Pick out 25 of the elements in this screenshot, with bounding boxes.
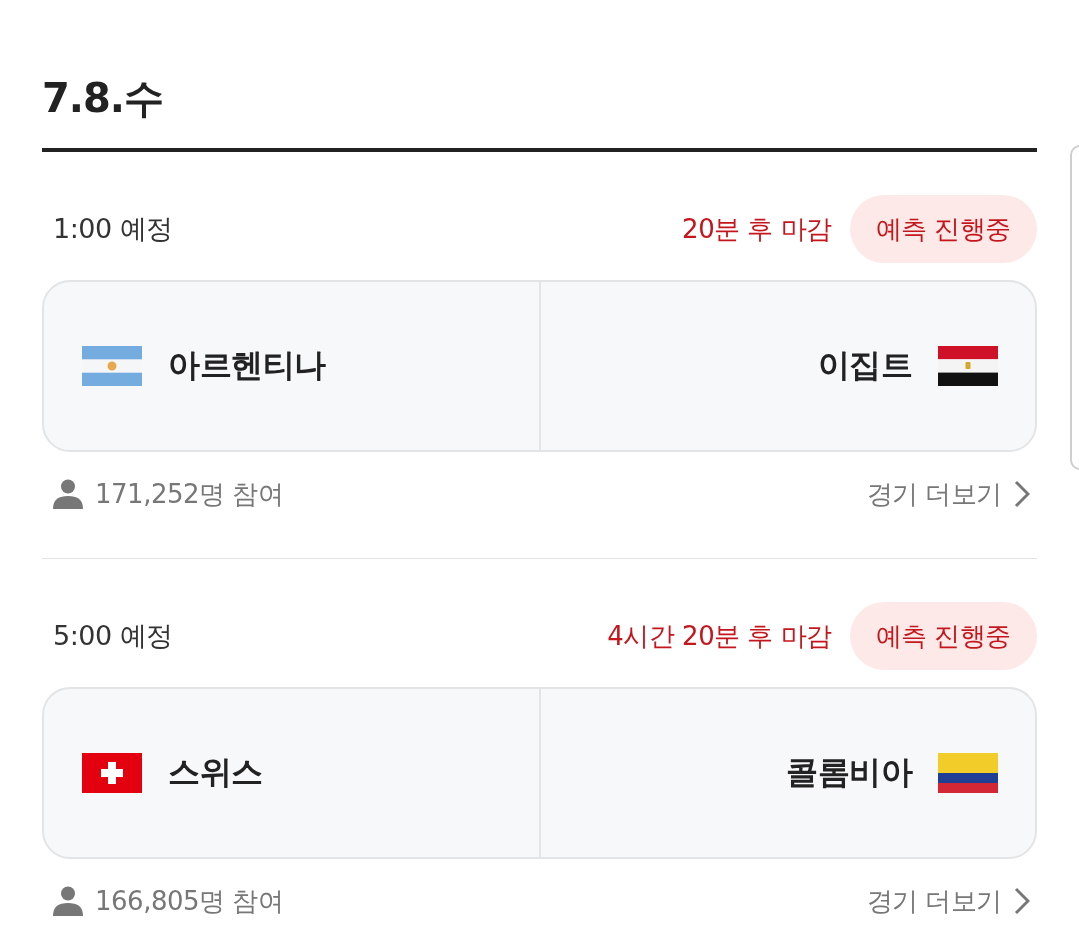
participants-count: 166,805명 참여: [95, 884, 284, 918]
status-badge: 예측 진행중: [849, 195, 1037, 263]
team-name: 콜롬비아: [786, 752, 912, 793]
team-name: 아르헨티나: [168, 345, 326, 386]
chevron-right-icon: [1014, 887, 1030, 915]
match-time: 5:00 예정: [53, 619, 173, 653]
match-card[interactable]: 아르헨티나 이집트: [42, 280, 1037, 452]
deadline-text: 4시간 20분 후 마감: [607, 619, 832, 653]
status-badge: 예측 진행중: [849, 602, 1037, 670]
chevron-right-icon: [1014, 480, 1030, 508]
deadline-text: 20분 후 마감: [682, 212, 832, 246]
swiss-flag-icon: [82, 753, 142, 793]
more-match-link[interactable]: 경기 더보기: [866, 476, 1030, 512]
argentine-flag-icon: [82, 346, 142, 386]
match-card[interactable]: 스위스 콜롬비아: [42, 687, 1037, 859]
person-icon: [53, 479, 83, 509]
colombian-flag-icon: [938, 753, 998, 793]
egyptian-flag-icon: [938, 346, 998, 386]
participants-count: 171,252명 참여: [95, 477, 284, 511]
person-icon: [53, 886, 83, 916]
date-heading: 7.8.수: [42, 74, 164, 122]
match-time: 1:00 예정: [53, 212, 173, 246]
more-match-link[interactable]: 경기 더보기: [866, 883, 1030, 919]
team-name: 스위스: [168, 752, 263, 793]
team-name: 이집트: [817, 345, 912, 386]
